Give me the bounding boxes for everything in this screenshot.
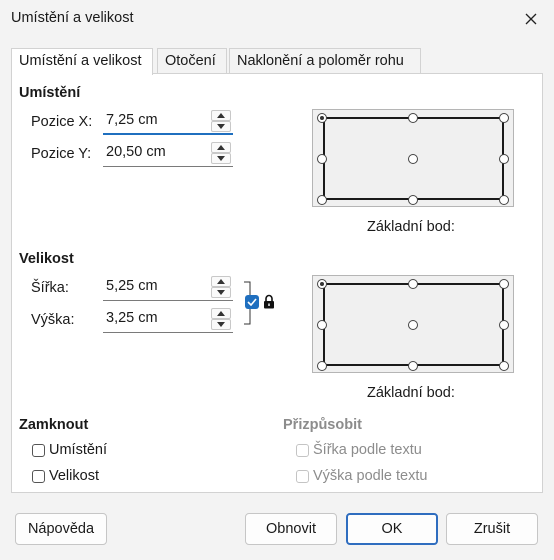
- base-point-top-right[interactable]: [499, 279, 509, 289]
- adapt-heading: Přizpůsobit: [283, 417, 362, 433]
- position-base-point-selector[interactable]: [312, 109, 514, 207]
- help-button-label: Nápověda: [27, 521, 95, 537]
- chevron-down-icon: [217, 156, 225, 161]
- position-x-label: Pozice X:: [31, 114, 93, 130]
- base-point-middle-right[interactable]: [499, 320, 509, 330]
- tab-label: Umístění a velikost: [19, 53, 142, 69]
- fit-width-checkbox[interactable]: [296, 444, 309, 457]
- chevron-up-icon: [217, 311, 225, 316]
- size-base-point-selector[interactable]: [312, 275, 514, 373]
- base-point-center[interactable]: [408, 320, 418, 330]
- position-y-value: 20,50 cm: [106, 144, 166, 160]
- height-field[interactable]: 3,25 cm: [103, 307, 233, 333]
- position-x-field[interactable]: 7,25 cm: [103, 109, 233, 135]
- decrement-button[interactable]: [211, 287, 231, 298]
- tab-panel: Umístění Pozice X: 7,25 cm Pozice Y: 20,…: [11, 73, 543, 493]
- chevron-down-icon: [217, 290, 225, 295]
- base-point-bottom-center[interactable]: [408, 361, 418, 371]
- ok-button-label: OK: [381, 521, 403, 537]
- base-point-bottom-right[interactable]: [499, 195, 509, 205]
- chevron-up-icon: [217, 145, 225, 150]
- position-y-field[interactable]: 20,50 cm: [103, 141, 233, 167]
- width-value: 5,25 cm: [106, 278, 158, 294]
- height-value: 3,25 cm: [106, 310, 158, 326]
- protect-heading: Zamknout: [19, 417, 89, 433]
- chevron-down-icon: [217, 322, 225, 327]
- base-point-bottom-center[interactable]: [408, 195, 418, 205]
- cancel-button[interactable]: Zrušit: [446, 513, 538, 545]
- width-label: Šířka:: [31, 280, 69, 296]
- tab-label: Naklonění a poloměr rohu: [237, 53, 404, 69]
- checkmark-icon: [247, 298, 257, 306]
- reset-button[interactable]: Obnovit: [245, 513, 337, 545]
- title-bar: Umístění a velikost: [0, 0, 554, 38]
- base-point-top-left[interactable]: [317, 113, 327, 123]
- close-icon[interactable]: [516, 6, 546, 32]
- chevron-up-icon: [217, 113, 225, 118]
- increment-button[interactable]: [211, 142, 231, 153]
- base-point-middle-left[interactable]: [317, 320, 327, 330]
- height-label: Výška:: [31, 312, 75, 328]
- lock-icon: [264, 294, 274, 309]
- base-point-bottom-left[interactable]: [317, 195, 327, 205]
- base-point-top-left[interactable]: [317, 279, 327, 289]
- decrement-button[interactable]: [211, 121, 231, 132]
- base-point-center[interactable]: [408, 154, 418, 164]
- tab-slant-corner-radius[interactable]: Naklonění a poloměr rohu: [229, 48, 421, 74]
- protect-size-checkbox[interactable]: [32, 470, 45, 483]
- base-point-middle-left[interactable]: [317, 154, 327, 164]
- decrement-button[interactable]: [211, 319, 231, 330]
- base-point-top-right[interactable]: [499, 113, 509, 123]
- decrement-button[interactable]: [211, 153, 231, 164]
- size-heading: Velikost: [19, 251, 74, 267]
- ok-button[interactable]: OK: [346, 513, 438, 545]
- protect-size-label: Velikost: [49, 468, 99, 484]
- cancel-button-label: Zrušit: [473, 521, 511, 537]
- position-heading: Umístění: [19, 85, 81, 101]
- fit-height-label: Výška podle textu: [313, 468, 428, 484]
- base-point-top-center[interactable]: [408, 279, 418, 289]
- increment-button[interactable]: [211, 276, 231, 287]
- tab-position-size[interactable]: Umístění a velikost: [11, 48, 153, 75]
- window-title: Umístění a velikost: [11, 10, 134, 26]
- tab-label: Otočení: [165, 53, 216, 69]
- tab-rotation[interactable]: Otočení: [157, 48, 227, 74]
- base-point-bottom-right[interactable]: [499, 361, 509, 371]
- position-y-label: Pozice Y:: [31, 146, 92, 162]
- position-x-value: 7,25 cm: [106, 112, 158, 128]
- size-base-point-caption: Základní bod:: [367, 385, 455, 401]
- position-base-point-caption: Základní bod:: [367, 219, 455, 235]
- protect-position-checkbox[interactable]: [32, 444, 45, 457]
- increment-button[interactable]: [211, 110, 231, 121]
- base-point-middle-right[interactable]: [499, 154, 509, 164]
- base-point-top-center[interactable]: [408, 113, 418, 123]
- fit-width-label: Šířka podle textu: [313, 442, 422, 458]
- increment-button[interactable]: [211, 308, 231, 319]
- fit-height-checkbox[interactable]: [296, 470, 309, 483]
- reset-button-label: Obnovit: [266, 521, 316, 537]
- protect-position-label: Umístění: [49, 442, 108, 458]
- keep-ratio-checkbox[interactable]: [245, 295, 259, 309]
- chevron-down-icon: [217, 124, 225, 129]
- base-point-bottom-left[interactable]: [317, 361, 327, 371]
- width-field[interactable]: 5,25 cm: [103, 275, 233, 301]
- help-button[interactable]: Nápověda: [15, 513, 107, 545]
- chevron-up-icon: [217, 279, 225, 284]
